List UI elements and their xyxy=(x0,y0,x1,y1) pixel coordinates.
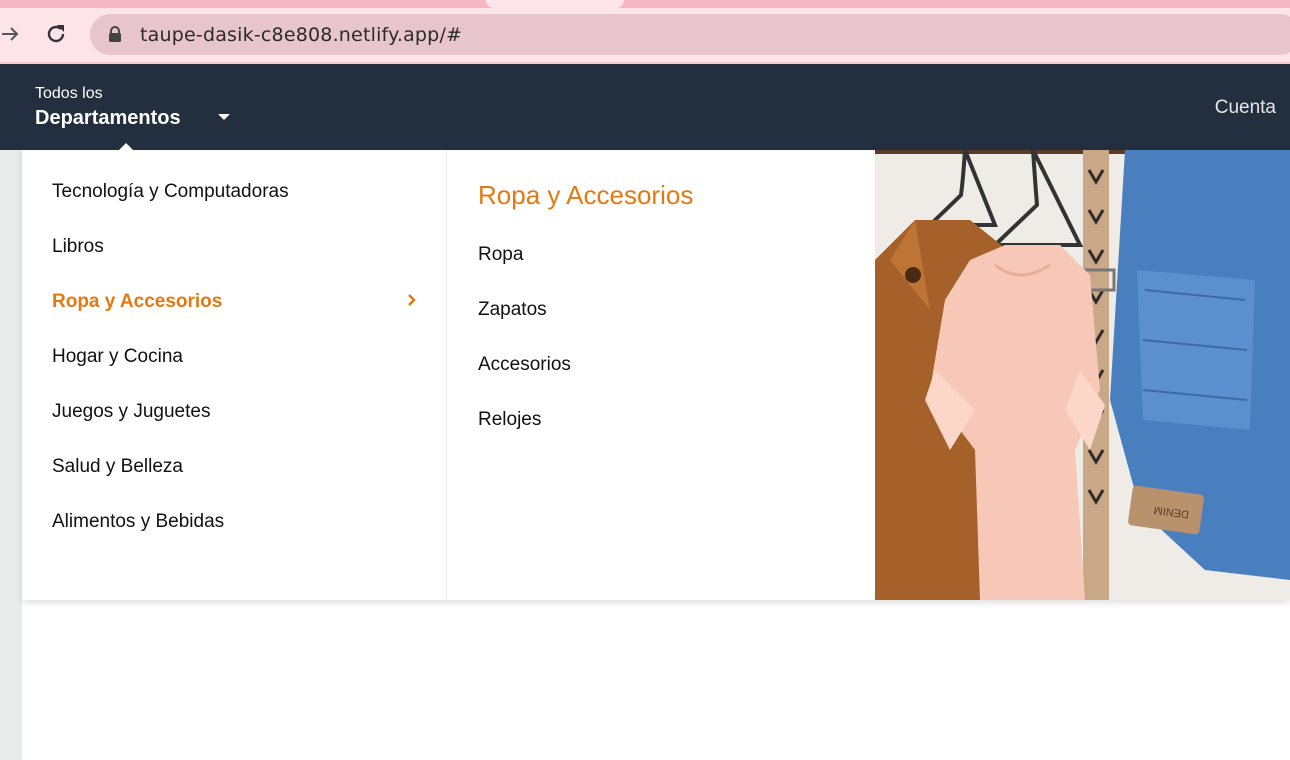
departments-dropdown[interactable]: Todos los Departamentos xyxy=(35,85,181,131)
departments-small-label: Todos los xyxy=(35,85,103,102)
subcategory-item[interactable]: Accesorios xyxy=(478,354,571,376)
browser-tab-strip xyxy=(0,0,1290,8)
subcategory-item[interactable]: Ropa xyxy=(478,244,523,266)
subcategory-panel: Ropa y Accesorios Ropa Zapatos Accesorio… xyxy=(448,150,875,600)
forward-button[interactable] xyxy=(0,18,26,50)
account-link[interactable]: Cuenta xyxy=(1215,97,1276,119)
subcategory-heading: Ropa y Accesorios xyxy=(478,180,694,210)
chevron-right-icon xyxy=(408,294,416,306)
department-item[interactable]: Tecnología y Computadoras xyxy=(52,181,289,203)
reload-button[interactable] xyxy=(40,18,72,50)
reload-icon xyxy=(47,25,65,43)
departments-label: Departamentos xyxy=(35,107,181,129)
site-header: Todos los Departamentos Cuenta xyxy=(0,64,1290,150)
departments-mega-menu: Tecnología y Computadoras Libros Ropa y … xyxy=(22,150,1290,600)
address-bar[interactable]: taupe-dasik-c8e808.netlify.app/# xyxy=(90,14,1290,55)
department-item[interactable]: Juegos y Juguetes xyxy=(52,401,210,423)
department-item[interactable]: Libros xyxy=(52,236,104,258)
active-tab[interactable] xyxy=(486,0,624,8)
browser-toolbar: taupe-dasik-c8e808.netlify.app/# xyxy=(0,8,1290,62)
caret-down-icon[interactable] xyxy=(218,114,230,120)
subcategory-item[interactable]: Relojes xyxy=(478,409,541,431)
dropdown-pointer xyxy=(118,143,134,151)
department-item[interactable]: Hogar y Cocina xyxy=(52,346,183,368)
departments-list: Tecnología y Computadoras Libros Ropa y … xyxy=(22,150,447,600)
forward-arrow-icon xyxy=(2,27,19,41)
page-background-strip xyxy=(0,150,22,760)
department-item-active[interactable]: Ropa y Accesorios xyxy=(52,291,222,313)
department-item[interactable]: Salud y Belleza xyxy=(52,456,183,478)
category-promo-image: DENIM xyxy=(875,150,1290,600)
lock-icon xyxy=(109,26,121,42)
department-item[interactable]: Alimentos y Bebidas xyxy=(52,511,224,533)
url-text[interactable]: taupe-dasik-c8e808.netlify.app/# xyxy=(140,24,462,46)
subcategory-item[interactable]: Zapatos xyxy=(478,299,547,321)
clothing-rack-illustration: DENIM xyxy=(875,150,1290,600)
